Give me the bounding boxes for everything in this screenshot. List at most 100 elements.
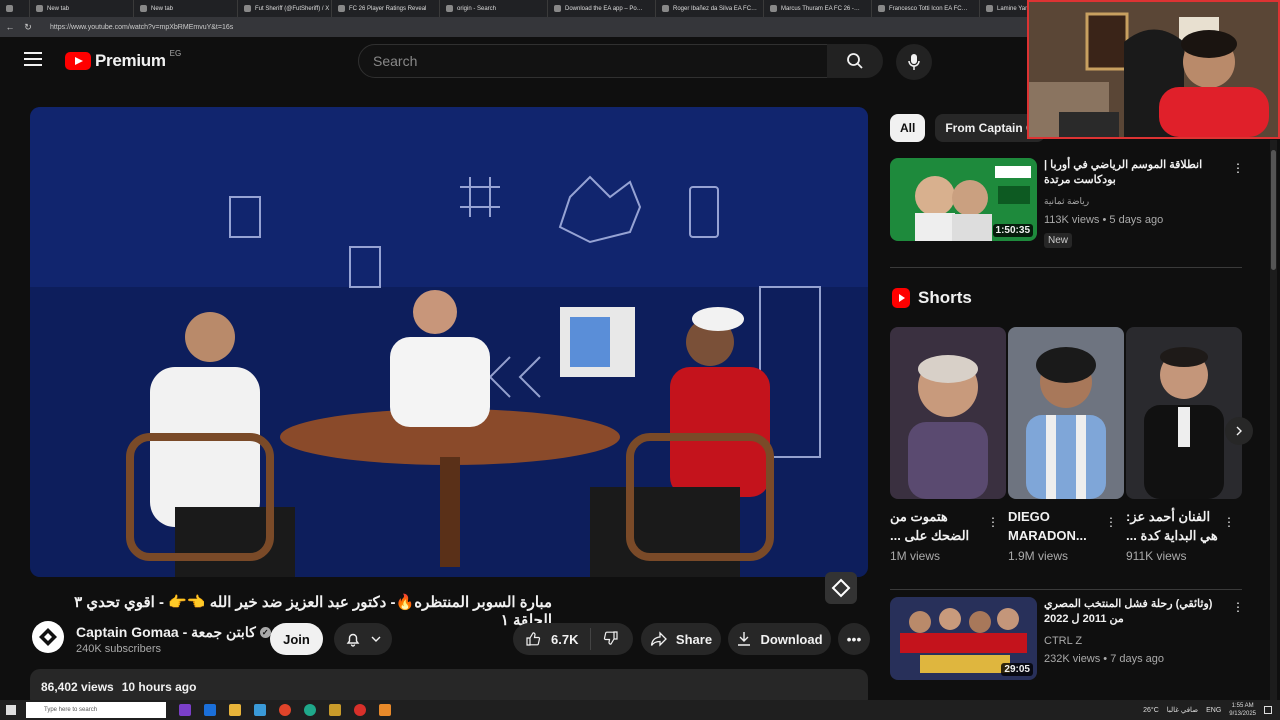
new-badge: New	[1044, 233, 1073, 248]
subscribed-notification-button[interactable]	[334, 623, 392, 655]
recommendation-meta: 232K views • 7 days ago	[1044, 653, 1165, 665]
channel-name[interactable]: Captain Gomaa - كابتن جمعة	[76, 624, 256, 641]
short-thumbnail[interactable]	[890, 327, 1006, 499]
short-views: 911K views	[1126, 549, 1187, 563]
recommendation-title[interactable]: (وثائقي) رحلة فشل المنتخب المصري من 2011…	[1044, 597, 1224, 627]
recommendation-item[interactable]: 29:05 (وثائقي) رحلة فشل المنتخب المصري م…	[890, 597, 1245, 687]
short-thumbnail[interactable]	[1126, 327, 1242, 499]
clock-date: 9/13/2025	[1229, 711, 1256, 717]
tab-label: Download the EA app – Po…	[565, 5, 643, 12]
browser-tab[interactable]: Fut Sheriff (@FutSheriff) / X	[238, 0, 332, 17]
shorts-icon	[892, 288, 910, 308]
weather-temp[interactable]: 26°C	[1143, 707, 1159, 714]
short-title[interactable]: الفنان أحمد عز: هي البداية كدة ...	[1126, 507, 1222, 545]
tab-favicon-icon	[140, 5, 147, 12]
taskbar-app-icon[interactable]	[254, 704, 266, 716]
windows-start-icon[interactable]	[6, 705, 16, 715]
tab-label: Francesco Totti Icon EA FC…	[889, 5, 968, 12]
notifications-icon[interactable]	[1264, 706, 1272, 714]
browser-tab[interactable]: FC 26 Player Ratings Reveal	[332, 0, 440, 17]
clock-time: 1:55 AM	[1231, 703, 1254, 709]
like-count: 6.7K	[551, 631, 579, 647]
more-options-icon[interactable]: ⋮	[1232, 600, 1244, 614]
browser-tab[interactable]: New tab	[30, 0, 134, 17]
taskbar-app-icon[interactable]	[379, 704, 391, 716]
edge-icon[interactable]	[304, 704, 316, 716]
more-options-icon[interactable]: ⋮	[1223, 515, 1235, 529]
tab-favicon-icon	[878, 5, 885, 12]
more-options-icon[interactable]: ⋮	[987, 515, 999, 529]
taskbar-app-icon[interactable]	[329, 704, 341, 716]
tab-favicon-icon	[662, 5, 669, 12]
clock[interactable]: 1:55 AM 9/13/2025	[1229, 702, 1256, 718]
logo-brand: Premium	[95, 51, 166, 70]
short-views: 1M views	[890, 549, 941, 563]
back-icon[interactable]: ←	[4, 22, 16, 32]
short-item[interactable]: DIEGO MARADON... 1.9M views ⋮	[1008, 327, 1124, 563]
browser-tab[interactable]	[0, 0, 30, 17]
channel-name-row[interactable]: Captain Gomaa - كابتن جمعة ✓	[76, 624, 271, 641]
recommendation-channel[interactable]: CTRL Z	[1044, 635, 1082, 647]
taskbar-app-icon[interactable]	[204, 704, 216, 716]
folder-icon[interactable]	[229, 704, 241, 716]
microphone-icon	[908, 54, 920, 70]
share-button[interactable]: Share	[641, 623, 721, 655]
youtube-logo[interactable]: Premium EG	[65, 49, 181, 71]
section-divider	[890, 589, 1242, 590]
taskbar-app-icon[interactable]	[179, 704, 191, 716]
short-thumbnail[interactable]	[1008, 327, 1124, 499]
share-label: Share	[675, 631, 713, 647]
channel-avatar[interactable]	[32, 621, 64, 653]
tab-label: FC 26 Player Ratings Reveal	[349, 5, 427, 12]
chip-all[interactable]: All	[890, 114, 926, 142]
tab-label: New tab	[47, 5, 70, 12]
video-thumbnail[interactable]: 1:50:35	[890, 158, 1037, 241]
more-options-icon[interactable]: ⋮	[1232, 161, 1244, 175]
voice-search-button[interactable]	[896, 44, 932, 80]
browser-tab[interactable]: origin - Search	[440, 0, 548, 17]
thumbs-up-icon	[526, 632, 541, 646]
page-scrollbar[interactable]	[1270, 140, 1277, 700]
search-input[interactable]: Search	[358, 44, 828, 78]
video-thumbnail[interactable]: 29:05	[890, 597, 1037, 680]
video-duration: 29:05	[1001, 663, 1033, 676]
tab-favicon-icon	[36, 5, 43, 12]
like-dislike-group: 6.7K	[513, 623, 633, 655]
recommendation-item[interactable]: 1:50:35 انطلاقة الموسم الرياضي في أوربا …	[890, 158, 1245, 248]
browser-tab[interactable]: New tab	[134, 0, 238, 17]
shorts-next-button[interactable]	[1225, 417, 1253, 445]
short-item[interactable]: الفنان أحمد عز: هي البداية كدة ... 911K …	[1126, 327, 1242, 563]
youtube-play-icon	[65, 52, 91, 70]
tab-favicon-icon	[446, 5, 453, 12]
hamburger-menu-icon[interactable]	[24, 52, 42, 66]
browser-tab[interactable]: Download the EA app – Po…	[548, 0, 656, 17]
more-options-icon[interactable]: ⋮	[1105, 515, 1117, 529]
reload-icon[interactable]: ↻	[22, 22, 34, 33]
window-menu-icon	[6, 5, 13, 12]
dislike-button[interactable]	[591, 630, 631, 649]
short-views: 1.9M views	[1008, 549, 1069, 563]
more-actions-icon[interactable]: •••	[838, 623, 870, 655]
short-item[interactable]: هتموت من الضحك على ... 1M views ⋮	[890, 327, 1006, 563]
join-button[interactable]: Join	[270, 623, 323, 655]
short-title[interactable]: هتموت من الضحك على ...	[890, 507, 986, 545]
language-indicator[interactable]: ENG	[1206, 707, 1221, 714]
chrome-icon[interactable]	[279, 704, 291, 716]
browser-tab[interactable]: Roger Ibañez da Silva EA FC…	[656, 0, 764, 17]
short-title[interactable]: DIEGO MARADON...	[1008, 507, 1104, 545]
chevron-right-icon	[1236, 426, 1242, 436]
browser-tab[interactable]: Marcus Thuram EA FC 26 -…	[764, 0, 872, 17]
video-player[interactable]	[30, 107, 868, 577]
recommendation-title[interactable]: انطلاقة الموسم الرياضي في أوربا | بودكاس…	[1044, 158, 1224, 188]
url-field[interactable]: https://www.youtube.com/watch?v=mpXbRMEm…	[50, 24, 233, 31]
like-button[interactable]: 6.7K	[513, 628, 592, 650]
channel-watermark-icon[interactable]	[825, 572, 857, 604]
browser-tab[interactable]: Francesco Totti Icon EA FC…	[872, 0, 980, 17]
download-button[interactable]: Download	[728, 623, 831, 655]
recommendation-channel[interactable]: رياضة ثمانية	[1044, 196, 1089, 207]
taskbar-search-input[interactable]: Type here to search	[26, 702, 166, 718]
weather-desc: صافي غالبا	[1166, 707, 1199, 714]
search-button[interactable]	[827, 44, 883, 78]
ea-app-icon[interactable]	[354, 704, 366, 716]
chevron-down-icon	[371, 636, 381, 642]
